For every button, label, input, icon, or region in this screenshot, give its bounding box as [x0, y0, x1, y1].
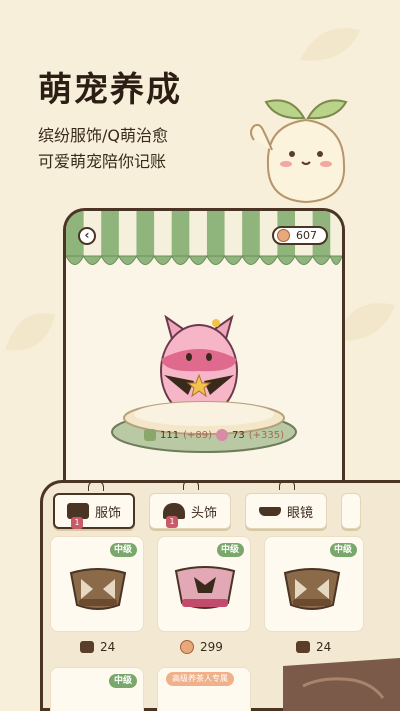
item-price: 24 [296, 640, 331, 654]
glasses-icon [258, 506, 281, 516]
level-badge: 中级 [216, 543, 244, 557]
stat1-value: 111 [160, 429, 180, 441]
price-value: 24 [100, 640, 116, 654]
corner-decoration [283, 658, 400, 711]
level-badge: 中级 [108, 674, 137, 688]
tab-label: 服饰 [94, 505, 121, 521]
pet-stats: 111 (+89) 73 (+335) [144, 429, 284, 441]
item-card[interactable]: 高级养茶人专属 [157, 667, 251, 711]
outfit-item-icon [69, 568, 127, 610]
tab-hanger [279, 480, 295, 490]
pet-stage [111, 401, 297, 453]
flower-icon [216, 429, 228, 441]
tab-hanger [183, 480, 199, 490]
tab-hanger [88, 481, 104, 491]
item-card[interactable]: 中级 [157, 536, 251, 632]
outfit-item-icon [283, 568, 341, 610]
subtitle-line-2: 可爱萌宠陪你记账 [38, 152, 167, 171]
background-leaf-icon [300, 28, 360, 61]
awning [66, 211, 342, 265]
subtitle-line-1: 缤纷服饰/Q萌治愈 [38, 126, 168, 145]
exclusive-badge: 高级养茶人专属 [166, 672, 234, 686]
price-value: 24 [316, 640, 332, 654]
item-card[interactable]: 中级 [50, 667, 144, 711]
outfit-item-icon [174, 566, 236, 609]
item-card[interactable]: 中级 [264, 536, 364, 632]
coin-icon [277, 229, 290, 242]
carrot-icon [144, 429, 156, 441]
tab-glasses[interactable]: 眼镜 [245, 480, 327, 529]
sprout-mascot-icon [250, 99, 348, 204]
price-value: 299 [200, 640, 223, 654]
category-tabs: 1 服饰 1 头饰 眼镜 [53, 480, 361, 529]
stat2-value: 73 [232, 429, 245, 441]
level-badge: 中级 [329, 543, 357, 557]
tab-badge: 1 [71, 517, 83, 529]
page-headline: 萌宠养成 [38, 70, 182, 110]
leaf-currency-icon [80, 641, 94, 653]
item-card[interactable]: 中级 [50, 536, 144, 632]
tab-more[interactable] [341, 493, 361, 529]
back-button[interactable]: ‹ [78, 227, 96, 245]
stat2-delta: (+335) [248, 429, 285, 441]
item-price: 299 [180, 640, 223, 654]
tab-headwear[interactable]: 1 头饰 [149, 480, 231, 529]
background-leaf-icon [5, 313, 55, 351]
leaf-currency-icon [296, 641, 310, 653]
tab-label: 头饰 [190, 505, 217, 521]
coin-count: 607 [296, 229, 317, 242]
tab-badge: 1 [166, 516, 178, 528]
shop-phone-frame: ‹ 607 111 (+89) 73 (+335) [63, 208, 345, 508]
coin-icon [180, 640, 194, 654]
stat1-delta: (+89) [183, 429, 212, 441]
coin-balance: 607 [272, 226, 328, 245]
item-price: 24 [80, 640, 115, 654]
tab-label: 眼镜 [286, 505, 313, 521]
tab-clothing[interactable]: 1 服饰 [53, 481, 135, 529]
level-badge: 中级 [109, 543, 137, 557]
